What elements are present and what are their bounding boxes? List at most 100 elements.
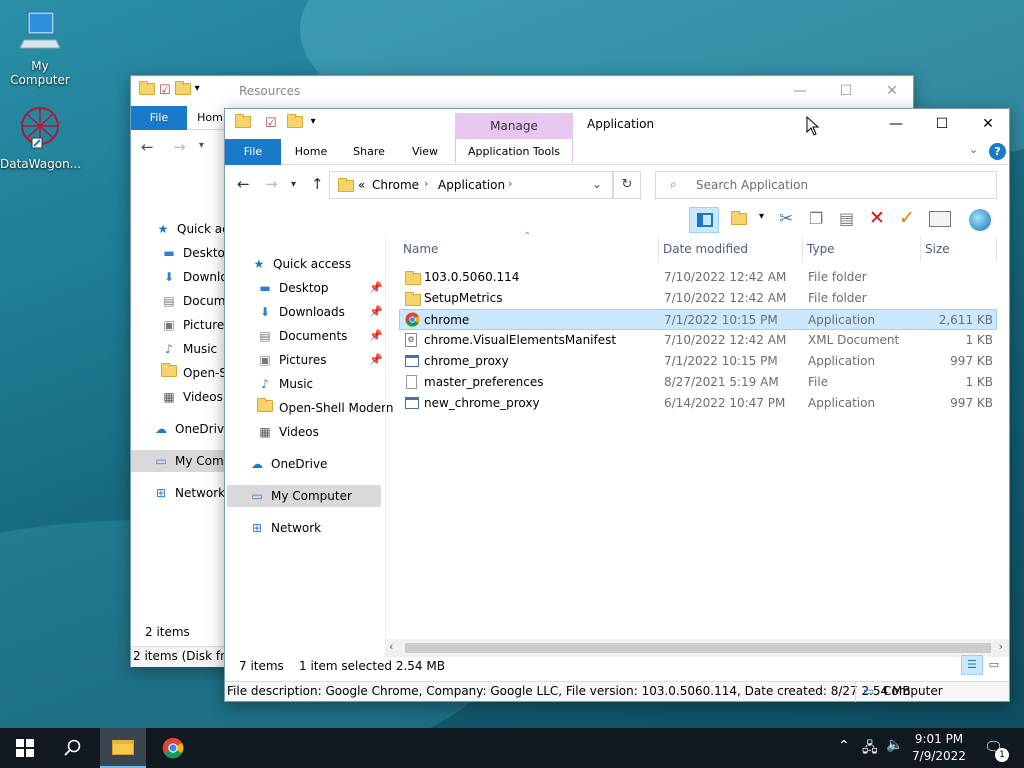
scrollbar-thumb[interactable] [405,643,991,653]
nav-network[interactable]: ⊞ Network [153,482,225,504]
search-box[interactable]: ⌕ Search Application [655,171,997,199]
scroll-right-icon[interactable]: › [999,640,1003,653]
nav-pictures[interactable]: ▣ Pictures [161,314,230,336]
paste-icon[interactable]: ▤ [839,209,854,228]
maximize-button[interactable]: ☐ [823,76,869,106]
maximize-button[interactable]: ☐ [919,109,965,139]
large-icons-view-button[interactable]: ▭ [985,657,1003,673]
chrome-taskbar-button[interactable] [150,728,196,768]
breadcrumb-chrome[interactable]: Chrome [372,178,419,192]
start-button[interactable] [2,728,48,768]
nav-documents[interactable]: ▤ Docume [161,290,233,312]
close-button[interactable]: ✕ [869,76,915,106]
nav-quick-access[interactable]: ★ Quick access [251,253,352,275]
nav-my-computer[interactable]: ▭ My Comp [131,450,231,472]
chevron-down-icon[interactable]: ▾ [199,140,204,151]
nav-onedrive[interactable]: ☁ OneDrive [153,418,231,440]
forward-arrow-icon[interactable]: → [173,138,186,156]
horizontal-scrollbar[interactable]: ‹ › [385,639,1009,657]
rename-icon[interactable] [929,211,951,227]
chevron-down-icon[interactable]: ▾ [759,211,764,222]
pin-icon[interactable]: 📌 [369,353,383,366]
pin-icon[interactable]: 📌 [369,281,383,294]
breadcrumb-separator-icon[interactable]: › [508,177,512,190]
network-status-icon[interactable]: 🖧 [862,737,878,761]
breadcrumb-overflow[interactable]: « [358,178,365,192]
nav-music[interactable]: ♪ Music [161,338,217,360]
minimize-button[interactable]: — [873,109,919,139]
new-folder-icon[interactable] [286,114,303,128]
nav-open-shell[interactable]: Open-S [161,362,227,384]
file-list[interactable]: ⌃ Name Date modified Type Size 103.0.506… [399,231,999,641]
nav-videos[interactable]: ▦ Videos [257,421,319,443]
tab-home[interactable]: Home [289,139,333,163]
forward-arrow-icon[interactable]: → [265,175,278,193]
file-explorer-taskbar-button[interactable] [100,728,146,768]
back-arrow-icon[interactable]: ← [141,138,154,156]
file-row[interactable]: SetupMetrics 7/10/2022 12:42 AM File fol… [399,288,997,309]
properties-pane-icon[interactable] [731,211,747,228]
file-row[interactable]: new_chrome_proxy 6/14/2022 10:47 PM Appl… [399,393,997,414]
search-button[interactable] [50,728,96,768]
breadcrumb-separator-icon[interactable]: › [424,177,428,190]
pin-icon[interactable]: 📌 [369,305,383,318]
close-button[interactable]: ✕ [965,109,1011,139]
recent-locations-icon[interactable]: ▾ [291,179,296,190]
desktop-icon-datawagon[interactable]: DataWagon... [0,104,81,171]
minimize-button[interactable]: — [777,76,823,106]
new-folder-icon[interactable] [174,81,191,95]
tab-file[interactable]: File [131,106,187,130]
file-row[interactable]: chrome 7/1/2022 10:15 PM Application 2,6… [399,309,997,330]
globe-icon[interactable] [969,209,991,231]
file-row[interactable]: 103.0.5060.114 7/10/2022 12:42 AM File f… [399,267,997,288]
volume-icon[interactable]: 🔈 [886,737,903,753]
column-header-date[interactable]: Date modified [659,237,803,261]
scroll-left-icon[interactable]: ‹ [389,640,393,653]
delete-icon[interactable]: ✕ [869,207,885,229]
cut-icon[interactable]: ✂ [779,209,793,229]
nav-my-computer[interactable]: ▭ My Computer [227,485,381,507]
title-bar[interactable]: ☑ ▾ Manage Application — ☐ ✕ [225,109,1009,139]
up-arrow-icon[interactable]: ↑ [311,175,324,193]
nav-music[interactable]: ♪ Music [257,373,313,395]
back-arrow-icon[interactable]: ← [237,175,250,193]
file-row[interactable]: ⚙ chrome.VisualElementsManifest 7/10/202… [399,330,997,351]
tab-home[interactable]: Hom [195,106,225,130]
column-header-size[interactable]: Size [921,237,997,261]
nav-pictures[interactable]: ▣ Pictures [257,349,326,371]
address-bar[interactable]: « Chrome › Application › ⌄ [329,171,613,199]
refresh-button[interactable]: ↻ [613,171,641,199]
chevron-down-icon[interactable]: ⌄ [592,177,602,191]
file-row[interactable]: chrome_proxy 7/1/2022 10:15 PM Applicati… [399,351,997,372]
nav-downloads[interactable]: ⬇ Downlo [161,266,228,288]
breadcrumb-application[interactable]: Application [438,178,505,192]
chevron-up-icon[interactable]: ⌃ [838,738,850,754]
chevron-down-icon[interactable]: ▾ [311,116,316,131]
tab-application-tools[interactable]: Application Tools [455,139,573,163]
nav-documents[interactable]: ▤ Documents [257,325,347,347]
details-view-button[interactable]: ☰ [961,655,983,675]
copy-icon[interactable]: ❐ [809,209,823,228]
explorer-window-application[interactable]: ☑ ▾ Manage Application — ☐ ✕ File Home S… [224,108,1010,702]
properties-icon[interactable]: ☑ [265,116,277,131]
nav-open-shell[interactable]: Open-Shell Modern [257,397,394,419]
clock[interactable]: 9:01 PM 7/9/2022 [906,731,972,765]
nav-network[interactable]: ⊞ Network [249,517,321,539]
column-header-type[interactable]: Type [803,237,921,261]
properties-icon[interactable]: ☑ [159,83,171,98]
nav-desktop[interactable]: ▬ Desktop [257,277,328,299]
nav-videos[interactable]: ▦ Videos [161,386,223,408]
file-row[interactable]: master_preferences 8/27/2021 5:19 AM Fil… [399,372,997,393]
nav-desktop[interactable]: ▬ Desktop [161,242,232,264]
ribbon-expand-icon[interactable]: ⌄ [969,143,978,156]
nav-onedrive[interactable]: ☁ OneDrive [249,453,327,475]
tab-view[interactable]: View [403,139,447,163]
tab-share[interactable]: Share [347,139,391,163]
check-icon[interactable]: ✓ [899,207,915,229]
help-icon[interactable]: ? [989,143,1006,160]
chevron-down-icon[interactable]: ▾ [195,83,200,98]
context-tab-manage[interactable]: Manage [455,113,573,139]
desktop-icon-my-computer[interactable]: My Computer [0,10,80,87]
tab-file[interactable]: File [225,139,281,165]
pin-icon[interactable]: 📌 [369,329,383,342]
